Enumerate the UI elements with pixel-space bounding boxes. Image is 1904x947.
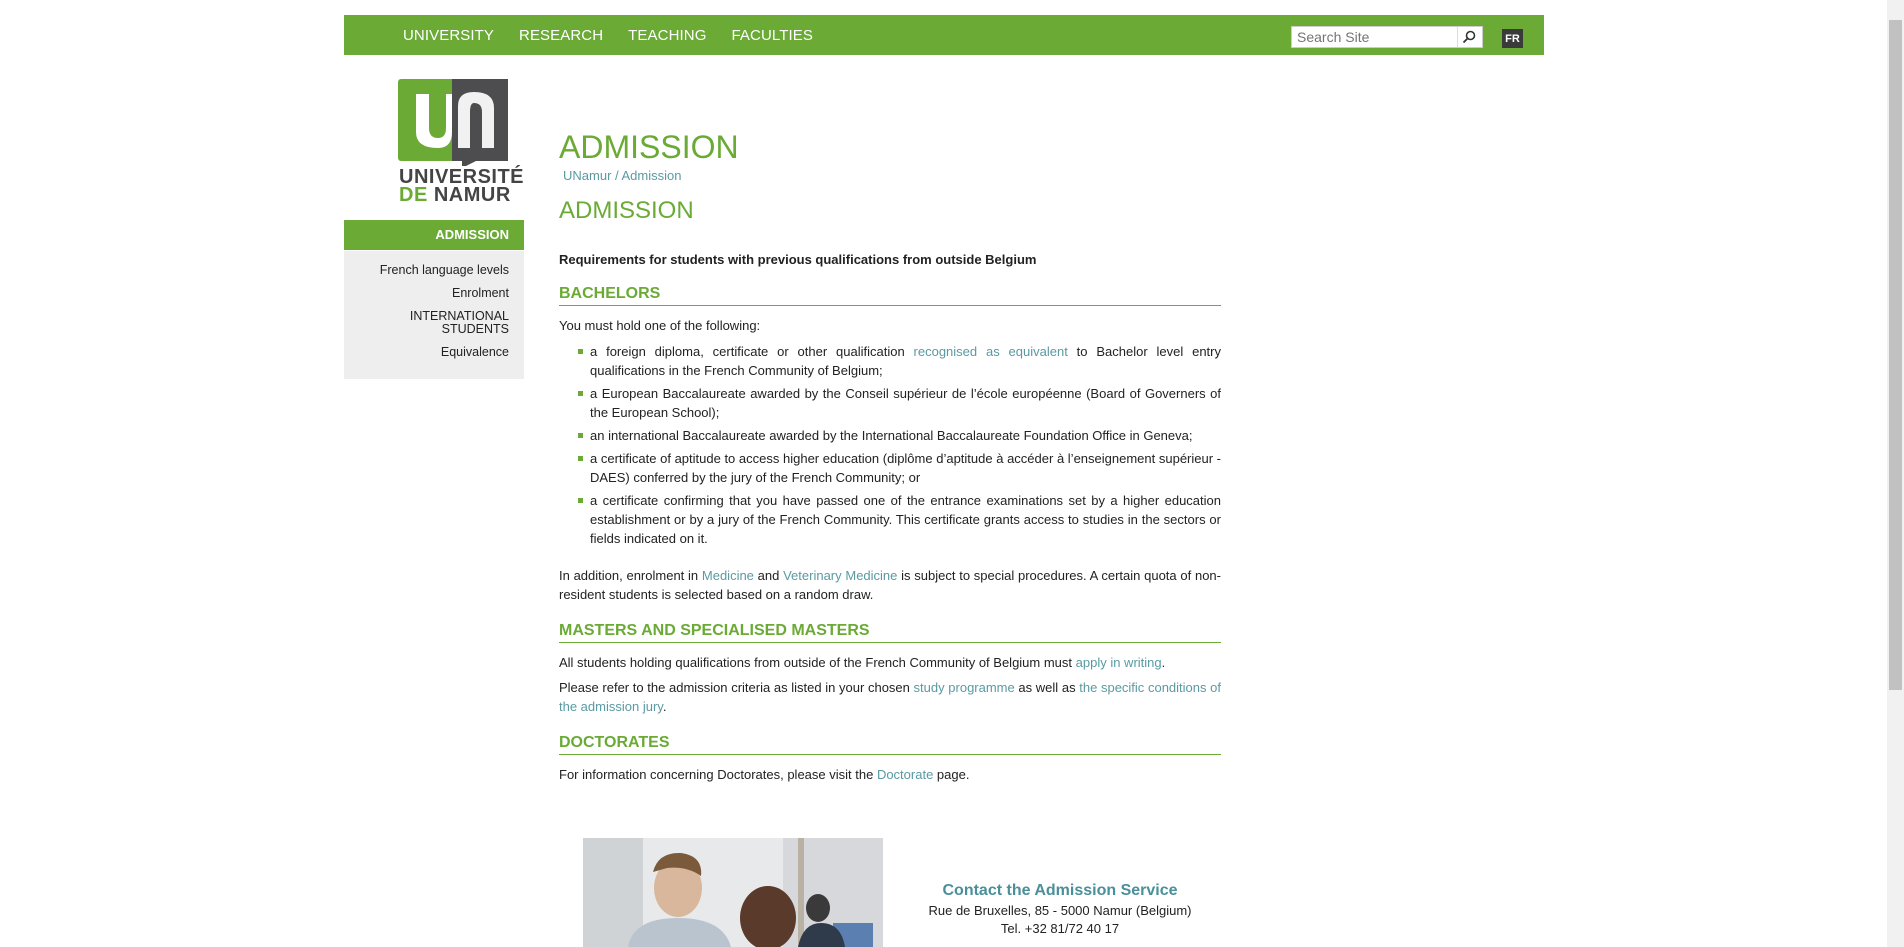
doctorates-p: For information concerning Doctorates, p…: [559, 765, 1221, 784]
sidebar-list: French language levels Enrolment INTERNA…: [344, 251, 524, 379]
text: In addition, enrolment in: [559, 568, 702, 583]
sidebar-item-french-language-levels[interactable]: French language levels: [344, 264, 509, 277]
heading-masters: MASTERS AND SPECIALISED MASTERS: [559, 622, 1221, 643]
sidebar-item-enrolment[interactable]: Enrolment: [344, 287, 509, 300]
nav-teaching[interactable]: TEACHING: [628, 27, 706, 44]
search-input[interactable]: [1292, 27, 1457, 47]
heading-bachelors: BACHELORS: [559, 285, 1221, 306]
nav-university[interactable]: UNIVERSITY: [403, 27, 494, 44]
contact-title[interactable]: Contact the Admission Service: [910, 882, 1210, 900]
logo-de: DE: [399, 184, 428, 206]
nav-faculties[interactable]: FACULTIES: [731, 27, 812, 44]
students-photo-image: [583, 838, 883, 947]
sidebar-item-admission[interactable]: ADMISSION: [344, 220, 524, 250]
list-item: a foreign diploma, certificate or other …: [578, 342, 1221, 380]
sidebar: ADMISSION French language levels Enrolme…: [344, 220, 524, 379]
study-programme-link[interactable]: study programme: [914, 680, 1015, 695]
text: as well as: [1014, 680, 1080, 695]
breadcrumb[interactable]: UNamur / Admission: [563, 168, 1221, 183]
text: a foreign diploma, certificate or other …: [590, 344, 914, 359]
scrollbar-thumb[interactable]: [1889, 20, 1902, 690]
top-navbar: UNIVERSITY RESEARCH TEACHING FACULTIES F…: [344, 15, 1544, 55]
nav-research[interactable]: RESEARCH: [519, 27, 603, 44]
text: For information concerning Doctorates, p…: [559, 767, 877, 782]
bachelors-requirements-list: a foreign diploma, certificate or other …: [559, 342, 1221, 548]
masters-p2: Please refer to the admission criteria a…: [559, 678, 1221, 716]
list-item: an international Baccalaureate awarded b…: [578, 426, 1221, 445]
logo-text: UNIVERSITÉ DE NAMUR: [399, 167, 524, 206]
list-item: a certificate of aptitude to access high…: [578, 451, 1221, 485]
search-icon[interactable]: [1457, 27, 1479, 47]
sidebar-item-equivalence[interactable]: Equivalence: [344, 346, 509, 359]
un-logo-icon: [398, 79, 508, 168]
intro-text: Requirements for students with previous …: [559, 252, 1037, 267]
language-fr-button[interactable]: FR: [1502, 29, 1523, 48]
logo-line2: DE NAMUR: [399, 184, 524, 206]
contact-address: Rue de Bruxelles, 85 - 5000 Namur (Belgi…: [928, 903, 1192, 918]
sidebar-item-international-students[interactable]: INTERNATIONAL STUDENTS: [344, 310, 509, 336]
contact-tel: Tel. +32 81/72 40 17: [1000, 921, 1120, 936]
page-title: ADMISSION: [559, 129, 739, 165]
scrollbar[interactable]: [1887, 0, 1904, 947]
bachelors-additional: In addition, enrolment in Medicine and V…: [559, 566, 1221, 604]
veterinary-medicine-link[interactable]: Veterinary Medicine: [783, 568, 897, 583]
heading-doctorates: DOCTORATES: [559, 734, 1221, 755]
list-item: a certificate confirming that you have p…: [578, 493, 1221, 546]
bachelors-lead: You must hold one of the following:: [559, 318, 761, 333]
content-title: ADMISSION: [559, 197, 694, 224]
text: and: [753, 568, 784, 583]
recognised-equivalent-link[interactable]: recognised as equivalent: [914, 344, 1068, 359]
admission-photo: [583, 838, 883, 947]
medicine-link[interactable]: Medicine: [702, 568, 754, 583]
search-box: [1291, 26, 1483, 48]
main-nav: UNIVERSITY RESEARCH TEACHING FACULTIES: [403, 15, 838, 55]
text: page.: [933, 767, 970, 782]
contact-box: Contact the Admission Service Rue de Bru…: [910, 882, 1210, 938]
main-content: ADMISSION UNamur / Admission ADMISSION R…: [559, 128, 1221, 784]
text: .: [1161, 655, 1166, 670]
text: All students holding qualifications from…: [559, 655, 1076, 670]
doctorate-link[interactable]: Doctorate: [877, 767, 933, 782]
list-item: a European Baccalaureate awarded by the …: [578, 386, 1221, 420]
text: Please refer to the admission criteria a…: [559, 680, 914, 695]
masters-p1: All students holding qualifications from…: [559, 653, 1221, 672]
logo-namur: NAMUR: [433, 184, 511, 206]
text: .: [662, 699, 667, 714]
apply-in-writing-link[interactable]: apply in writing: [1076, 655, 1162, 670]
